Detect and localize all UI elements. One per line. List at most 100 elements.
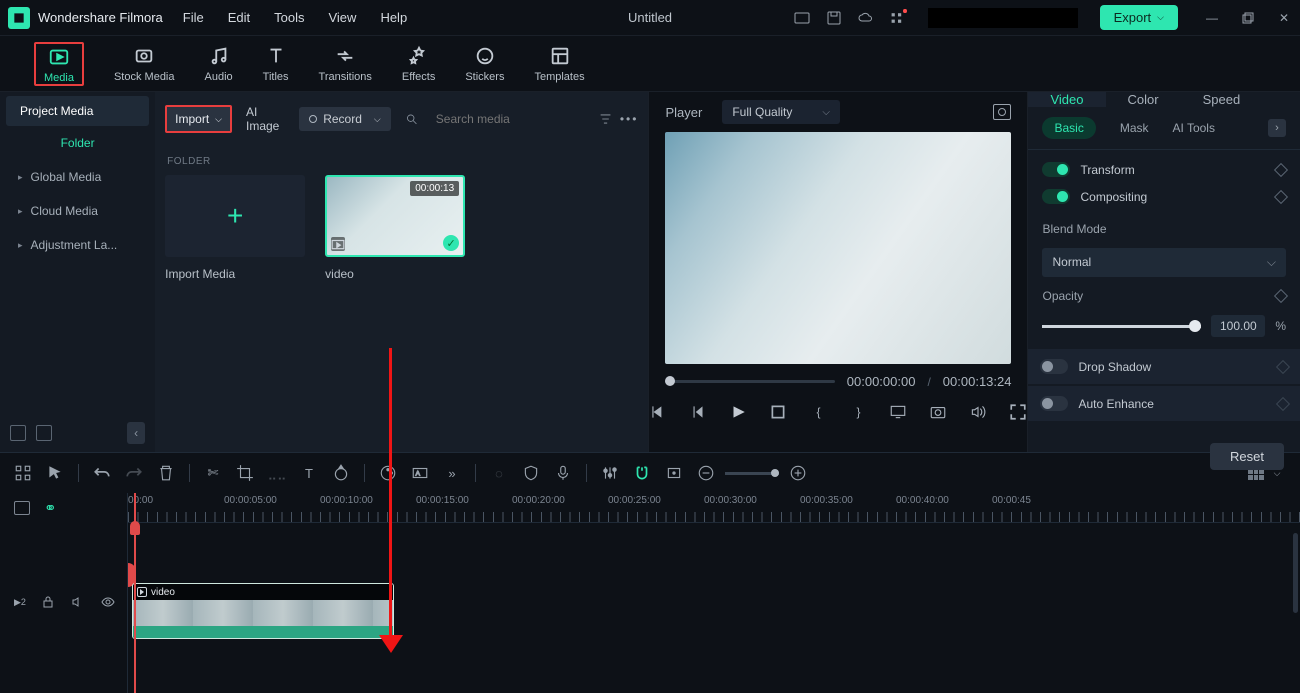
reset-button[interactable]: Reset bbox=[1210, 443, 1284, 470]
zoom-out-icon[interactable] bbox=[697, 464, 715, 482]
layout-icon[interactable] bbox=[794, 10, 810, 26]
mark-in-icon[interactable]: { bbox=[809, 403, 827, 421]
mic-icon[interactable] bbox=[554, 464, 572, 482]
collapse-sidebar-button[interactable]: ‹ bbox=[127, 422, 145, 444]
tab-stock-media[interactable]: Stock Media bbox=[114, 45, 175, 83]
import-button[interactable]: Import⌵ bbox=[165, 105, 232, 133]
rp-tab-color[interactable]: Color bbox=[1106, 92, 1181, 107]
tab-titles[interactable]: Titles bbox=[263, 45, 289, 83]
opacity-slider[interactable] bbox=[1042, 325, 1201, 328]
preview-canvas[interactable] bbox=[665, 132, 1011, 364]
rotate-icon[interactable] bbox=[332, 464, 350, 482]
timeline-ruler[interactable]: 00:00 00:00:05:00 00:00:10:00 00:00:15:0… bbox=[128, 493, 1300, 523]
prev-frame-icon[interactable] bbox=[649, 403, 667, 421]
play-icon[interactable] bbox=[729, 403, 747, 421]
more-options-icon[interactable]: ••• bbox=[620, 112, 639, 126]
snapshot-icon[interactable] bbox=[993, 104, 1011, 120]
tab-transitions[interactable]: Transitions bbox=[319, 45, 372, 83]
rp-subtab-ai-tools[interactable]: AI Tools bbox=[1173, 121, 1215, 135]
auto-enhance-toggle[interactable] bbox=[1040, 396, 1068, 411]
ai-image-button[interactable]: AI Image bbox=[240, 100, 291, 138]
camera-icon[interactable] bbox=[929, 403, 947, 421]
render-icon[interactable]: ◌ bbox=[490, 464, 508, 482]
stop-icon[interactable] bbox=[769, 403, 787, 421]
menu-file[interactable]: File bbox=[183, 10, 204, 25]
tab-stickers[interactable]: Stickers bbox=[465, 45, 504, 83]
transform-toggle[interactable] bbox=[1042, 162, 1070, 177]
export-button[interactable]: Export⌵ bbox=[1100, 5, 1178, 30]
speed-icon[interactable]: ⣀⣀ bbox=[268, 464, 286, 482]
delete-icon[interactable] bbox=[157, 464, 175, 482]
rp-subtab-mask[interactable]: Mask bbox=[1120, 121, 1149, 135]
menu-tools[interactable]: Tools bbox=[274, 10, 304, 25]
track-visible-icon[interactable] bbox=[100, 595, 116, 609]
zoom-slider[interactable] bbox=[725, 472, 779, 475]
auto-enhance-keyframe-icon[interactable] bbox=[1276, 396, 1290, 410]
transform-keyframe-icon[interactable] bbox=[1274, 162, 1288, 176]
undo-icon[interactable] bbox=[93, 464, 111, 482]
preview-scrubber[interactable] bbox=[665, 380, 834, 383]
track-mute-icon[interactable] bbox=[70, 595, 86, 609]
sidebar-item-cloud-media[interactable]: Cloud Media bbox=[0, 194, 155, 228]
timeline-clip[interactable]: video bbox=[132, 583, 394, 639]
fullscreen-icon[interactable] bbox=[1009, 403, 1027, 421]
save-icon[interactable] bbox=[826, 10, 842, 26]
maximize-icon[interactable] bbox=[1240, 10, 1256, 26]
tab-templates[interactable]: Templates bbox=[534, 45, 584, 83]
link-icon[interactable]: ⚭ bbox=[44, 499, 57, 517]
monitor-icon[interactable] bbox=[889, 403, 907, 421]
grid-tool-icon[interactable] bbox=[14, 464, 32, 482]
search-input[interactable] bbox=[436, 112, 591, 126]
compositing-keyframe-icon[interactable] bbox=[1274, 189, 1288, 203]
project-media-button[interactable]: Project Media bbox=[6, 96, 149, 126]
step-back-icon[interactable] bbox=[689, 403, 707, 421]
color-icon[interactable] bbox=[379, 464, 397, 482]
minimize-icon[interactable]: — bbox=[1204, 10, 1220, 26]
menu-view[interactable]: View bbox=[328, 10, 356, 25]
playhead[interactable] bbox=[134, 493, 136, 693]
menu-edit[interactable]: Edit bbox=[228, 10, 250, 25]
volume-icon[interactable] bbox=[969, 403, 987, 421]
drop-shadow-toggle[interactable] bbox=[1040, 359, 1068, 374]
shield-icon[interactable] bbox=[522, 464, 540, 482]
rp-tab-video[interactable]: Video bbox=[1028, 92, 1105, 107]
video-media-card[interactable]: 00:00:13 ✓ video bbox=[325, 175, 465, 281]
menu-help[interactable]: Help bbox=[380, 10, 407, 25]
redo-icon[interactable] bbox=[125, 464, 143, 482]
opacity-keyframe-icon[interactable] bbox=[1274, 289, 1288, 303]
subtab-scroll-icon[interactable]: › bbox=[1268, 119, 1286, 137]
zoom-in-icon[interactable] bbox=[789, 464, 807, 482]
timeline-scrollbar[interactable] bbox=[1293, 533, 1298, 613]
quality-select[interactable]: Full Quality bbox=[722, 100, 840, 124]
new-folder-icon[interactable] bbox=[10, 425, 26, 441]
mark-out-icon[interactable]: } bbox=[849, 403, 867, 421]
more-tools-icon[interactable]: » bbox=[443, 464, 461, 482]
sidebar-item-adjustment-layer[interactable]: Adjustment La... bbox=[0, 228, 155, 262]
text-icon[interactable]: T bbox=[300, 464, 318, 482]
tab-media[interactable]: Media bbox=[44, 46, 74, 84]
filter-icon[interactable] bbox=[599, 111, 612, 127]
rp-subtab-basic[interactable]: Basic bbox=[1042, 117, 1095, 139]
blend-mode-select[interactable]: Normal bbox=[1042, 248, 1286, 277]
new-bin-icon[interactable] bbox=[36, 425, 52, 441]
tab-effects[interactable]: Effects bbox=[402, 45, 435, 83]
pointer-tool-icon[interactable] bbox=[46, 464, 64, 482]
magnet-icon[interactable] bbox=[633, 464, 651, 482]
sidebar-item-global-media[interactable]: Global Media bbox=[0, 160, 155, 194]
record-button[interactable]: Record⌵ bbox=[299, 107, 391, 131]
compositing-toggle[interactable] bbox=[1042, 189, 1070, 204]
marker-icon[interactable] bbox=[665, 464, 683, 482]
crop-icon[interactable] bbox=[236, 464, 254, 482]
caption-icon[interactable]: A bbox=[411, 464, 429, 482]
close-icon[interactable]: ✕ bbox=[1276, 10, 1292, 26]
mixer-icon[interactable] bbox=[601, 464, 619, 482]
cloud-icon[interactable] bbox=[858, 10, 874, 26]
drop-shadow-keyframe-icon[interactable] bbox=[1276, 359, 1290, 373]
split-icon[interactable]: ✄ bbox=[204, 464, 222, 482]
track-lock-icon[interactable] bbox=[40, 595, 56, 609]
track-add-icon[interactable] bbox=[14, 501, 30, 515]
add-to-timeline-icon[interactable] bbox=[331, 237, 345, 251]
tab-audio[interactable]: Audio bbox=[205, 45, 233, 83]
apps-icon[interactable] bbox=[890, 10, 906, 26]
opacity-value[interactable]: 100.00 bbox=[1211, 315, 1265, 337]
